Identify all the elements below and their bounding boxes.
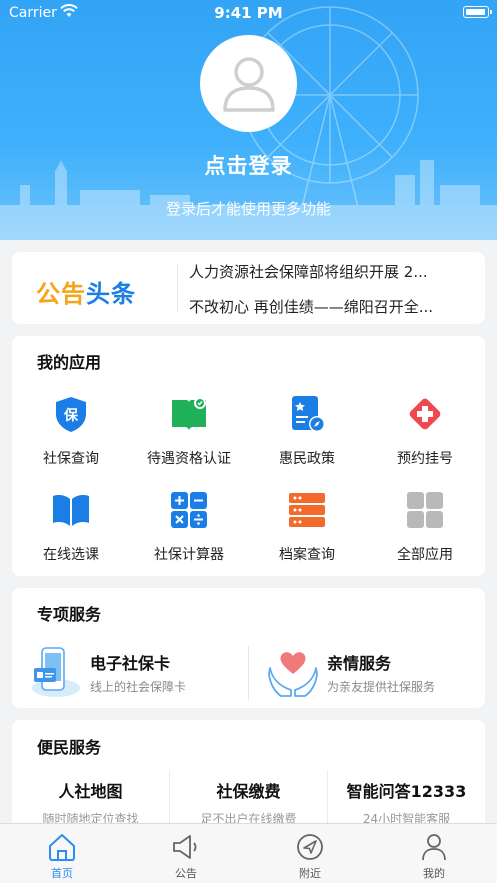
calculator-icon: [171, 492, 207, 528]
clock: 9:41 PM: [214, 4, 283, 22]
notice-headline[interactable]: 不改初心 再创佳绩——绵阳召开全...: [189, 296, 469, 317]
avatar[interactable]: [200, 35, 297, 132]
app-online-course[interactable]: 在线选课: [12, 490, 130, 564]
compass-icon: [297, 834, 323, 860]
tab-mine[interactable]: 我的: [372, 824, 496, 883]
special-services-title: 专项服务: [37, 605, 102, 624]
notice-card: 公告头条 人力资源社会保障部将组织开展 2... 不改初心 再创佳绩——绵阳召开…: [12, 252, 485, 324]
tab-nearby[interactable]: 附近: [248, 824, 372, 883]
bottom-tab-bar: 首页 公告 附近 我的: [0, 823, 497, 883]
notice-logo-part2: 头条: [86, 280, 136, 308]
my-apps-title: 我的应用: [37, 353, 102, 372]
notice-headline[interactable]: 人力资源社会保障部将组织开展 2...: [189, 261, 469, 282]
convenience-item-title: 人社地图: [58, 782, 123, 801]
app-calculator[interactable]: 社保计算器: [130, 490, 248, 564]
convenience-services-card: 便民服务 人社地图 随时随地定位查找 社保缴费 足不出户在线缴费 智能问答123…: [12, 720, 485, 840]
special-services-card: 专项服务 电子社保卡 线上的社会保障卡 亲情服务 为亲友提供社保服务: [12, 588, 485, 708]
family-service-item[interactable]: 亲情服务 为亲友提供社保服务: [267, 644, 477, 700]
app-welfare-policy[interactable]: 惠民政策: [248, 394, 366, 468]
app-label: 在线选课: [43, 547, 99, 563]
app-label: 惠民政策: [279, 451, 335, 467]
shield-icon: 保: [56, 397, 86, 432]
notice-logo-part1: 公告: [36, 280, 86, 308]
smart-qa-item[interactable]: 智能问答12333 24小时智能客服: [328, 778, 485, 827]
special-item-title: 亲情服务: [327, 654, 392, 673]
grid-icon: [407, 492, 443, 528]
megaphone-icon: [173, 835, 197, 859]
home-icon: [49, 834, 75, 861]
app-label: 预约挂号: [397, 451, 453, 467]
open-book-icon: [53, 495, 89, 526]
login-button[interactable]: 点击登录: [0, 150, 497, 180]
login-subtitle: 登录后才能使用更多功能: [165, 200, 331, 218]
tab-notice[interactable]: 公告: [124, 824, 248, 883]
social-security-card-icon: [32, 647, 80, 697]
convenience-services-title: 便民服务: [37, 738, 102, 757]
app-social-security-query[interactable]: 保 社保查询: [12, 394, 130, 468]
my-apps-card: 我的应用 保 社保查询 待遇资格认证 惠民政策 预约挂号 在线选课 社保计算器 …: [12, 336, 485, 576]
tab-label: 我的: [423, 867, 445, 880]
policy-doc-icon: [292, 396, 325, 432]
app-label: 待遇资格认证: [147, 451, 231, 467]
hr-map-item[interactable]: 人社地图 随时随地定位查找: [12, 778, 169, 827]
e-social-security-card-item[interactable]: 电子社保卡 线上的社会保障卡: [30, 644, 240, 700]
special-item-title: 电子社保卡: [90, 654, 171, 673]
svg-text:保: 保: [63, 407, 79, 424]
profile-header: Carrier 9:41 PM 点击登录 登录后才能使用更多功能: [0, 0, 497, 240]
battery-icon: [463, 6, 492, 18]
convenience-item-title: 智能问答12333: [346, 782, 467, 801]
app-archive-query[interactable]: 档案查询: [248, 490, 366, 564]
status-bar: Carrier 9:41 PM: [0, 0, 497, 26]
app-all-apps[interactable]: 全部应用: [366, 490, 484, 564]
app-label: 档案查询: [279, 547, 335, 563]
payment-item[interactable]: 社保缴费 足不出户在线缴费: [170, 778, 327, 827]
tab-home[interactable]: 首页: [0, 824, 124, 883]
person-icon: [422, 834, 446, 861]
heart-hands-icon: [268, 652, 318, 697]
app-appointment[interactable]: 预约挂号: [366, 394, 484, 468]
special-item-subtitle: 为亲友提供社保服务: [327, 680, 436, 694]
archive-icon: [289, 493, 325, 527]
tab-label: 公告: [175, 867, 197, 880]
medical-cross-icon: [409, 398, 441, 430]
app-label: 社保计算器: [154, 547, 224, 563]
tab-label: 首页: [51, 867, 73, 880]
notice-divider: [177, 264, 178, 312]
book-badge-icon: [172, 397, 206, 430]
convenience-item-title: 社保缴费: [216, 782, 281, 801]
notice-logo: 公告头条: [36, 274, 136, 309]
tab-label: 附近: [299, 867, 321, 880]
special-divider: [248, 646, 249, 700]
app-label: 社保查询: [43, 451, 99, 467]
special-item-subtitle: 线上的社会保障卡: [90, 680, 187, 694]
app-benefit-qualification[interactable]: 待遇资格认证: [130, 394, 248, 468]
app-label: 全部应用: [397, 547, 453, 563]
user-placeholder-icon: [222, 56, 275, 112]
